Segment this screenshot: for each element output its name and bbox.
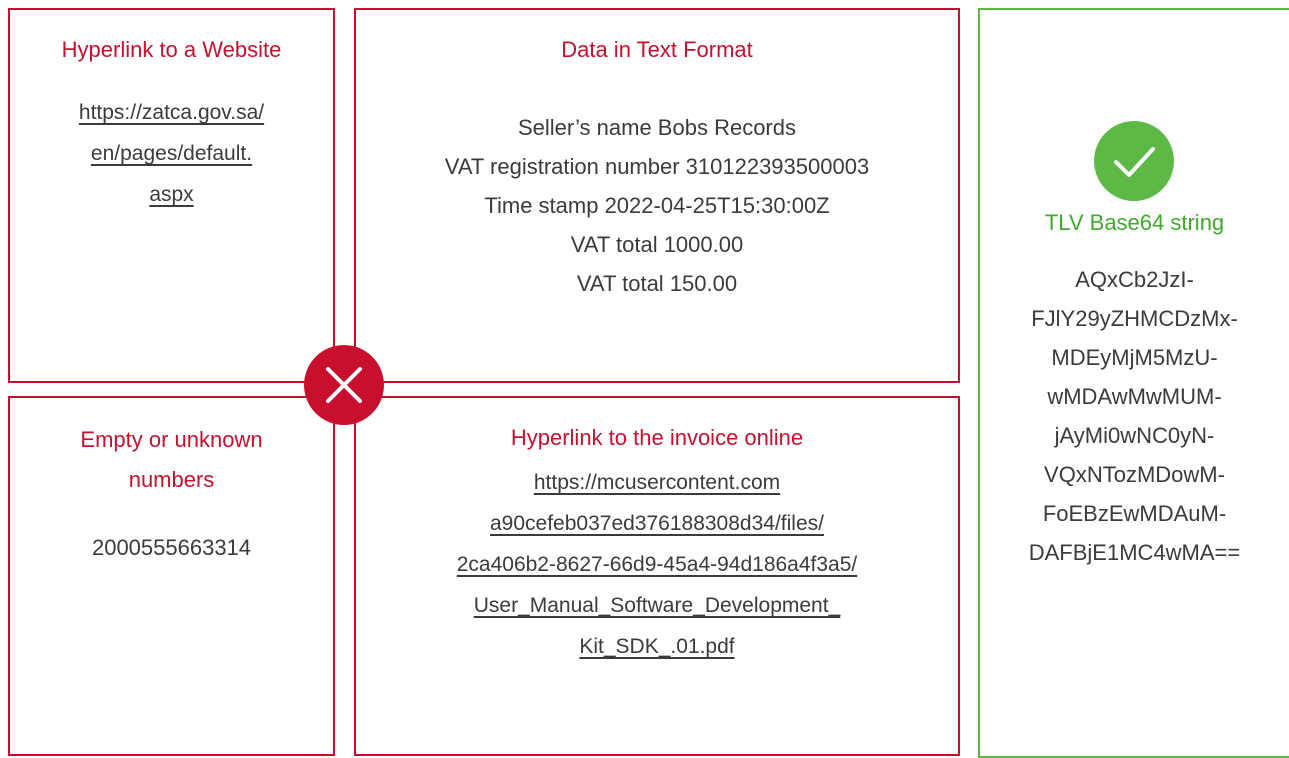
unknown-number-value: 2000555663314: [91, 535, 252, 560]
tlv-string-line: VQxNTozMDowM-: [1044, 462, 1225, 487]
vat-registration-line: VAT registration number 310122393500003: [444, 154, 870, 179]
tlv-box-title: TLV Base64 string: [1044, 210, 1225, 235]
vat-total-line: VAT total 150.00: [576, 271, 738, 296]
cross-icon: [326, 367, 362, 403]
text-data-box-title: Data in Text Format: [561, 37, 753, 62]
unknown-numbers-title: numbers: [128, 467, 215, 492]
website-link-line[interactable]: aspx: [10, 174, 333, 215]
invoice-link-line[interactable]: Kit_SDK_.01.pdf: [356, 626, 958, 667]
tlv-string-line: FoEBzEwMDAuM-: [1042, 501, 1227, 526]
checkmark-icon: [1114, 147, 1155, 177]
unknown-numbers-box: Empty or unknown numbers 2000555663314: [8, 396, 335, 756]
tlv-string-line: wMDAwMwMUM-: [1047, 384, 1222, 409]
invalid-marker: [304, 345, 384, 425]
timestamp-line: Time stamp 2022-04-25T15:30:00Z: [484, 193, 830, 218]
invoice-link-line[interactable]: a90cefeb037ed376188308d34/files/: [356, 503, 958, 544]
unknown-numbers-title: Empty or unknown: [80, 427, 263, 452]
website-box: Hyperlink to a Website https://zatca.gov…: [8, 8, 335, 383]
invoice-link-title: Hyperlink to the invoice online: [510, 425, 804, 450]
tlv-string-line: FJlY29yZHMCDzMx-: [1031, 306, 1238, 331]
invoice-link-line[interactable]: https://mcusercontent.com: [356, 462, 958, 503]
website-link-line[interactable]: https://zatca.gov.sa/: [10, 92, 333, 133]
website-link-line[interactable]: en/pages/default.: [10, 133, 333, 174]
tlv-string-line: MDEyMjM5MzU-: [1051, 345, 1218, 370]
vat-total-line: VAT total 1000.00: [570, 232, 744, 257]
tlv-box: TLV Base64 string AQxCb2JzI- FJlY29yZHMC…: [978, 8, 1289, 758]
website-box-title: Hyperlink to a Website: [61, 37, 282, 62]
text-data-box: Data in Text Format Seller’s name Bobs R…: [354, 8, 960, 383]
valid-marker: [1094, 121, 1174, 201]
tlv-string-line: DAFBjE1MC4wMA==: [1028, 540, 1241, 565]
seller-name-line: Seller’s name Bobs Records: [518, 115, 796, 140]
invoice-link-box: Hyperlink to the invoice online https://…: [354, 396, 960, 756]
tlv-string-line: jAyMi0wNC0yN-: [1054, 423, 1215, 448]
tlv-string-line: AQxCb2JzI-: [1075, 267, 1194, 292]
invoice-link-line[interactable]: User_Manual_Software_Development_: [356, 585, 958, 626]
invoice-link-line[interactable]: 2ca406b2-8627-66d9-45a4-94d186a4f3a5/: [356, 544, 958, 585]
